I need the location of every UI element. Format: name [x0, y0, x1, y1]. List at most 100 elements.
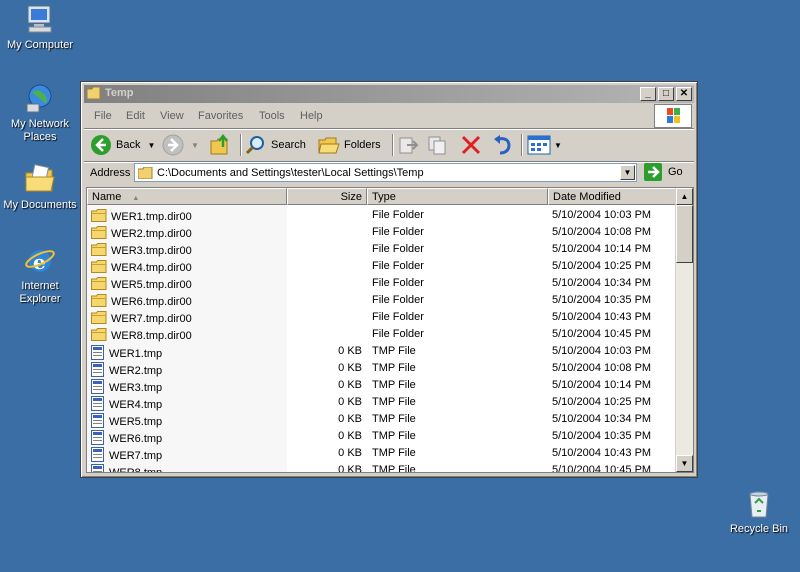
cell-size: 0 KB [338, 345, 362, 357]
cell-date: 5/10/2004 10:03 PM [552, 345, 652, 357]
views-button[interactable]: ▼ [527, 133, 562, 157]
cell-type: TMP File [372, 464, 416, 473]
table-row[interactable]: WER5.tmp 0 KB TMP File 5/10/2004 10:34 PM [87, 411, 677, 428]
table-row[interactable]: WER8.tmp 0 KB TMP File 5/10/2004 10:45 PM [87, 462, 677, 473]
maximize-button[interactable]: □ [658, 87, 674, 101]
scroll-up-button[interactable]: ▲ [676, 188, 693, 205]
menu-help[interactable]: Help [300, 110, 323, 122]
windows-logo-icon [654, 104, 692, 128]
up-folder-button[interactable] [210, 133, 232, 157]
minimize-button[interactable]: _ [640, 87, 656, 101]
menu-favorites[interactable]: Favorites [198, 110, 243, 122]
views-dropdown-icon[interactable]: ▼ [554, 141, 562, 150]
table-row[interactable]: WER7.tmp.dir00 File Folder 5/10/2004 10:43… [87, 309, 677, 326]
back-dropdown-icon[interactable]: ▼ [147, 141, 155, 150]
cell-date: 5/10/2004 10:35 PM [552, 430, 652, 442]
menu-edit[interactable]: Edit [126, 110, 145, 122]
cell-name: WER6.tmp.dir00 [91, 294, 192, 310]
cell-size: 0 KB [338, 379, 362, 391]
window-title: Temp [105, 87, 134, 99]
folders-label: Folders [344, 139, 381, 151]
copy-to-button[interactable] [427, 133, 449, 157]
vertical-scrollbar[interactable]: ▲ ▼ [675, 188, 693, 472]
cell-date: 5/10/2004 10:35 PM [552, 294, 652, 306]
undo-button[interactable] [491, 133, 513, 157]
address-value: C:\Documents and Settings\tester\Local S… [157, 167, 424, 179]
table-row[interactable]: WER2.tmp 0 KB TMP File 5/10/2004 10:08 PM [87, 360, 677, 377]
folders-button[interactable]: Folders [318, 133, 381, 157]
cell-name: WER1.tmp.dir00 [91, 209, 192, 225]
table-row[interactable]: WER4.tmp.dir00 File Folder 5/10/2004 10:25… [87, 258, 677, 275]
table-row[interactable]: WER7.tmp 0 KB TMP File 5/10/2004 10:43 PM [87, 445, 677, 462]
table-row[interactable]: WER3.tmp.dir00 File Folder 5/10/2004 10:14… [87, 241, 677, 258]
table-row[interactable]: WER2.tmp.dir00 File Folder 5/10/2004 10:08… [87, 224, 677, 241]
cell-type: TMP File [372, 430, 416, 442]
scroll-thumb[interactable] [676, 205, 693, 263]
cell-size: 0 KB [338, 396, 362, 408]
cell-date: 5/10/2004 10:45 PM [552, 328, 652, 340]
delete-button[interactable] [460, 133, 482, 157]
table-row[interactable]: WER6.tmp 0 KB TMP File 5/10/2004 10:35 PM [87, 428, 677, 445]
column-header-name[interactable]: Name ▲ [87, 188, 287, 205]
cell-type: TMP File [372, 447, 416, 459]
menu-view[interactable]: View [160, 110, 184, 122]
cell-date: 5/10/2004 10:14 PM [552, 243, 652, 255]
internet-explorer-icon: e [24, 244, 56, 276]
table-row[interactable]: WER1.tmp.dir00 File Folder 5/10/2004 10:03… [87, 207, 677, 224]
scroll-down-button[interactable]: ▼ [676, 455, 693, 472]
folder-icon [91, 277, 107, 293]
forward-dropdown-icon[interactable]: ▼ [191, 141, 199, 150]
folder-icon [91, 209, 107, 225]
column-header-date[interactable]: Date Modified [548, 188, 677, 205]
desktop-icon-recycle-bin[interactable]: Recycle Bin [719, 487, 799, 536]
cell-type: File Folder [372, 260, 424, 272]
address-input[interactable]: C:\Documents and Settings\tester\Local S… [134, 163, 637, 182]
move-to-icon [399, 137, 419, 154]
cell-type: File Folder [372, 243, 424, 255]
delete-x-icon [461, 135, 481, 155]
go-button[interactable]: Go [644, 163, 683, 181]
table-row[interactable]: WER5.tmp.dir00 File Folder 5/10/2004 10:34… [87, 275, 677, 292]
cell-type: File Folder [372, 311, 424, 323]
desktop-icon-my-network-places[interactable]: My Network Places [0, 82, 80, 144]
column-header-size[interactable]: Size [287, 188, 367, 205]
table-row[interactable]: WER4.tmp 0 KB TMP File 5/10/2004 10:25 PM [87, 394, 677, 411]
folder-icon [91, 243, 107, 259]
cell-name: WER2.tmp.dir00 [91, 226, 192, 242]
table-row[interactable]: WER8.tmp.dir00 File Folder 5/10/2004 10:45… [87, 326, 677, 343]
computer-icon [24, 3, 56, 35]
title-bar[interactable]: Temp _ □ ✕ [84, 85, 694, 103]
search-button[interactable]: Search [245, 133, 306, 157]
sort-ascending-icon: ▲ [132, 195, 140, 202]
cell-name: WER7.tmp.dir00 [91, 311, 192, 327]
forward-button[interactable]: ▼ [162, 133, 199, 157]
menu-file[interactable]: File [94, 110, 112, 122]
table-row[interactable]: WER6.tmp.dir00 File Folder 5/10/2004 10:35… [87, 292, 677, 309]
back-arrow-icon [91, 135, 111, 155]
desktop-icon-my-documents[interactable]: My Documents [0, 163, 80, 212]
views-icon [527, 135, 551, 155]
copy-to-icon [428, 136, 446, 155]
column-header-type[interactable]: Type [367, 188, 548, 205]
cell-date: 5/10/2004 10:14 PM [552, 379, 652, 391]
address-dropdown-button[interactable]: ▼ [620, 165, 635, 180]
cell-size: 0 KB [338, 362, 362, 374]
table-row[interactable]: WER1.tmp 0 KB TMP File 5/10/2004 10:03 PM [87, 343, 677, 360]
back-button[interactable]: Back ▼ [90, 133, 155, 157]
desktop-icon-internet-explorer[interactable]: e Internet Explorer [0, 244, 80, 306]
toolbar: Back ▼ ▼ Search Folders ▼ [84, 130, 694, 160]
close-button[interactable]: ✕ [676, 87, 692, 101]
cell-type: TMP File [372, 396, 416, 408]
explorer-window[interactable]: Temp _ □ ✕ File Edit View Favorites Tool… [80, 81, 698, 478]
desktop-icon-my-computer[interactable]: My Computer [0, 3, 80, 52]
menu-tools[interactable]: Tools [259, 110, 285, 122]
cell-date: 5/10/2004 10:08 PM [552, 362, 652, 374]
file-list[interactable]: Name ▲ Size Type Date Modified WER1.tmp.… [86, 187, 694, 473]
move-to-button[interactable] [397, 133, 419, 157]
cell-type: File Folder [372, 277, 424, 289]
table-row[interactable]: WER3.tmp 0 KB TMP File 5/10/2004 10:14 PM [87, 377, 677, 394]
network-icon [24, 82, 56, 114]
cell-name: WER8.tmp [91, 464, 162, 472]
folder-icon [91, 294, 107, 310]
folder-icon [91, 260, 107, 276]
